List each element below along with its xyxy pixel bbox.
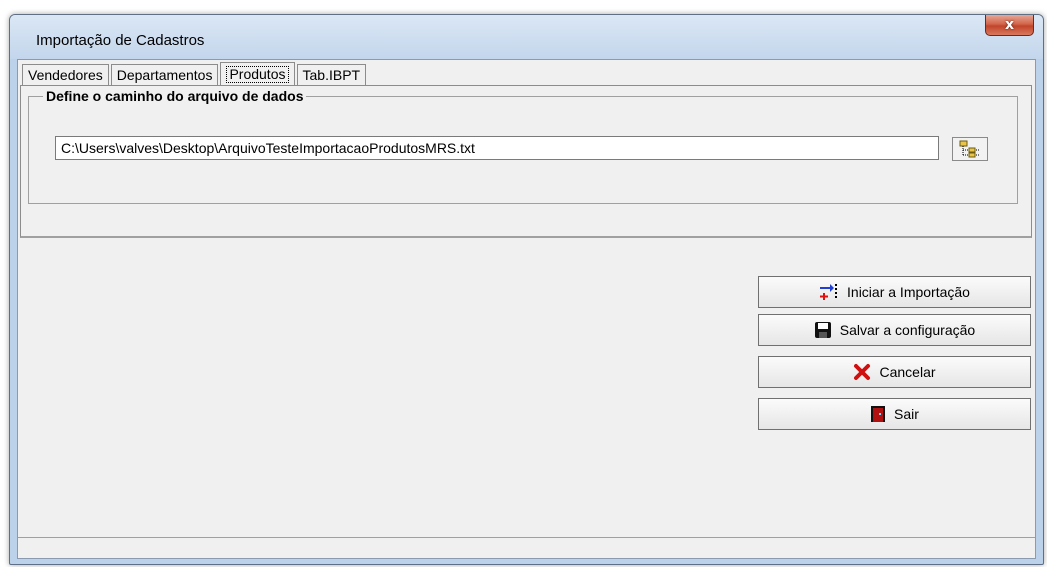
tab-strip: Vendedores Departamentos Produtos Tab.IB… bbox=[22, 62, 368, 86]
tab-panel-produtos: Define o caminho do arquivo de dados bbox=[20, 85, 1032, 238]
tab-departamentos[interactable]: Departamentos bbox=[110, 64, 219, 85]
save-config-label: Salvar a configuração bbox=[839, 322, 976, 338]
file-path-input[interactable] bbox=[55, 136, 939, 160]
tab-vendedores[interactable]: Vendedores bbox=[22, 64, 109, 85]
browse-button[interactable] bbox=[952, 137, 988, 161]
app-window: Importação de Cadastros x Vendedores Dep… bbox=[9, 14, 1044, 565]
red-x-icon bbox=[853, 363, 871, 381]
exit-label: Sair bbox=[894, 406, 919, 422]
close-icon: x bbox=[1004, 17, 1015, 33]
tab-tab-ibpt[interactable]: Tab.IBPT bbox=[296, 64, 367, 85]
folder-tree-icon bbox=[959, 140, 980, 158]
client-area: Vendedores Departamentos Produtos Tab.IB… bbox=[17, 59, 1036, 559]
tab-label: Departamentos bbox=[116, 67, 213, 83]
tab-label: Vendedores bbox=[28, 67, 103, 83]
cancel-button[interactable]: Cancelar bbox=[758, 356, 1031, 388]
tab-label: Produtos bbox=[226, 65, 289, 83]
window-title: Importação de Cadastros bbox=[36, 32, 205, 49]
close-button[interactable]: x bbox=[985, 15, 1034, 36]
tab-label: Tab.IBPT bbox=[302, 67, 361, 83]
exit-door-icon bbox=[870, 405, 886, 423]
tab-produtos[interactable]: Produtos bbox=[220, 62, 295, 85]
floppy-disk-icon bbox=[814, 321, 832, 339]
exit-button[interactable]: Sair bbox=[758, 398, 1031, 430]
status-bar bbox=[18, 537, 1035, 558]
start-import-label: Iniciar a Importação bbox=[847, 284, 970, 300]
start-import-button[interactable]: Iniciar a Importação bbox=[758, 276, 1031, 308]
group-title: Define o caminho do arquivo de dados bbox=[43, 88, 307, 104]
file-path-group: Define o caminho do arquivo de dados bbox=[28, 88, 1018, 204]
title-bar[interactable]: Importação de Cadastros x bbox=[10, 15, 1043, 59]
import-arrows-icon bbox=[819, 283, 839, 301]
save-config-button[interactable]: Salvar a configuração bbox=[758, 314, 1031, 346]
cancel-label: Cancelar bbox=[879, 364, 936, 380]
